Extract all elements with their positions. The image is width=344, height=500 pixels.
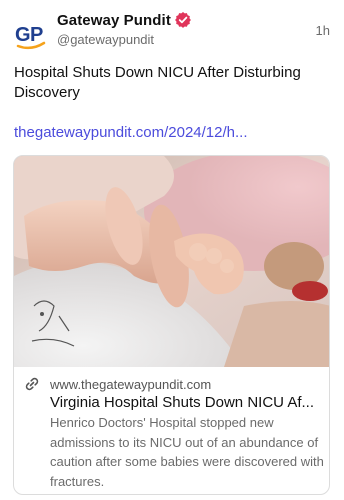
card-domain-row: www.thegatewaypundit.com [24,375,211,393]
card-domain: www.thegatewaypundit.com [50,376,212,392]
gp-logo-icon: G P [14,18,48,52]
card-title[interactable]: Virginia Hospital Shuts Down NICU Af... [50,393,322,412]
post-link[interactable]: thegatewaypundit.com/2024/12/h... [14,123,332,143]
link-preview-card[interactable]: www.thegatewaypundit.com Virginia Hospit… [13,155,330,495]
post-header: G P Gateway Pundit @gatewaypundit 1h [14,10,330,54]
card-image[interactable] [14,156,329,367]
author-name[interactable]: Gateway Pundit [57,12,171,29]
author-name-row: Gateway Pundit [57,10,191,30]
svg-text:P: P [30,24,43,46]
post-text: Hospital Shuts Down NICU After Disturbin… [14,64,301,101]
avatar[interactable]: G P [14,18,48,52]
post-time[interactable]: 1h [316,23,330,38]
svg-text:G: G [15,24,31,46]
author-handle[interactable]: @gatewaypundit [57,32,154,47]
card-description: Henrico Doctors' Hospital stopped new ad… [50,415,324,489]
photo-baby-hand-icon [14,156,329,367]
link-icon [24,376,40,392]
social-post: G P Gateway Pundit @gatewaypundit 1h Hos… [0,0,344,500]
verified-badge-icon [175,12,191,28]
